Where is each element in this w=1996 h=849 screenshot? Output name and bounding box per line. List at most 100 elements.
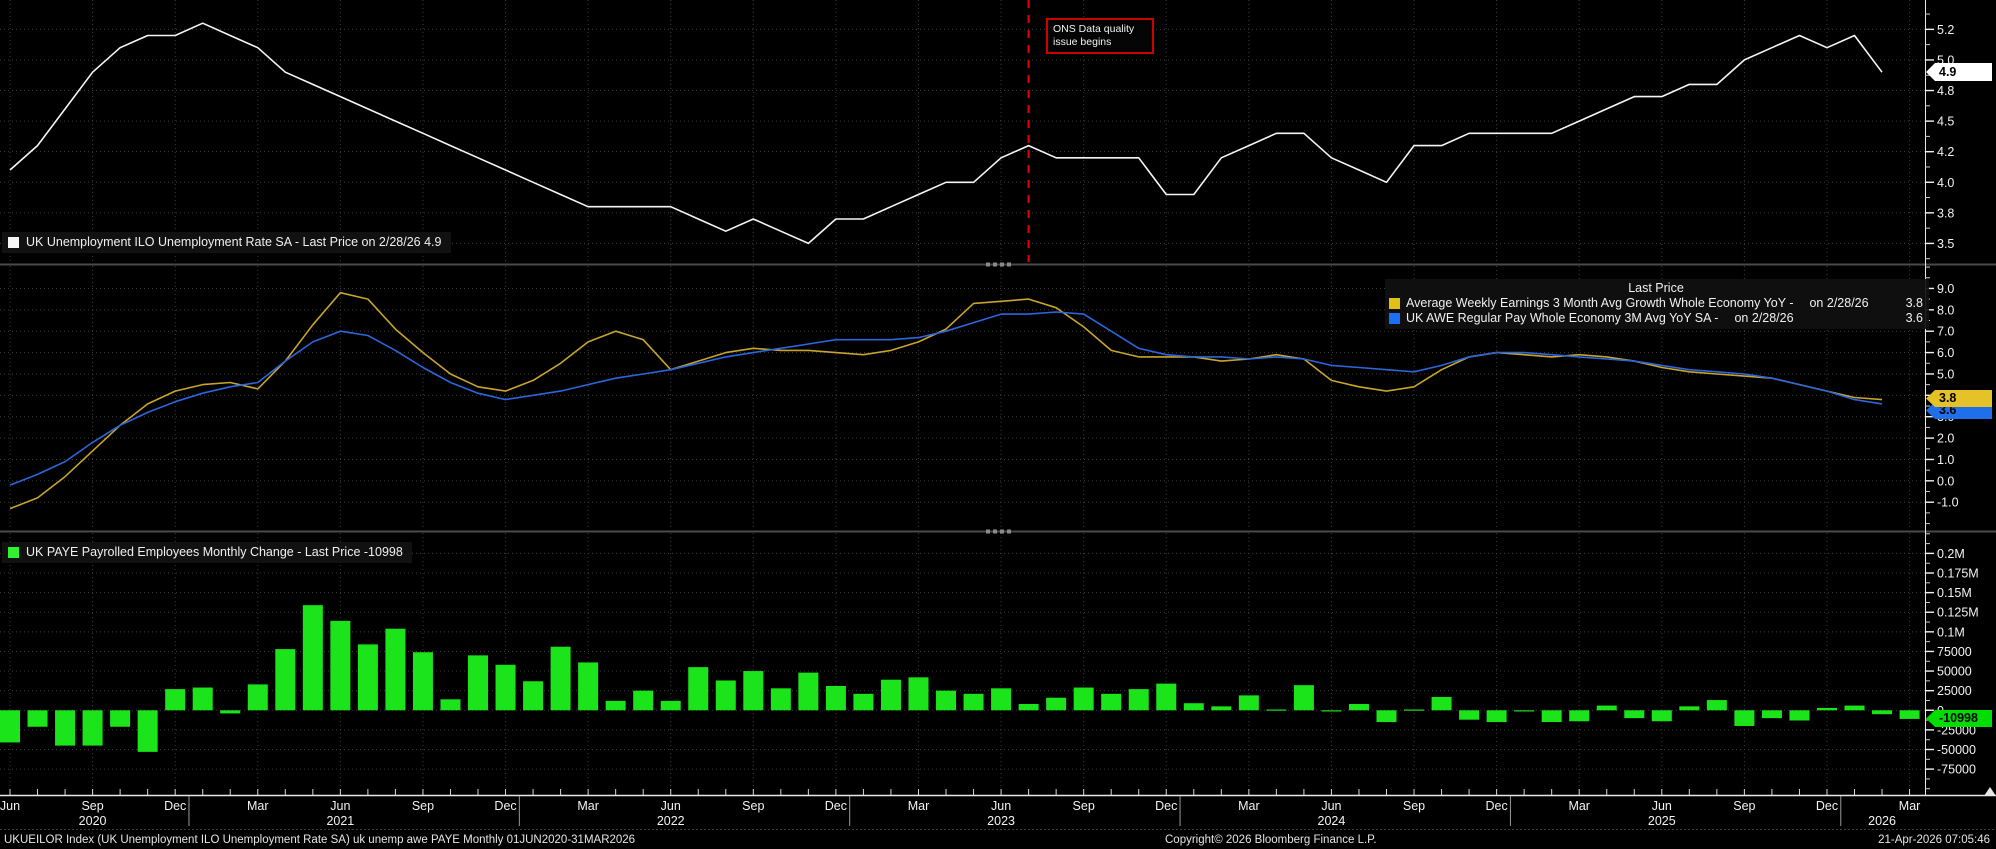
paye-bar [1211,706,1231,710]
paye-bar [0,710,20,742]
unemployment-last-price-tag: 4.9 [1926,63,1992,81]
x-month-label: Sep [742,799,764,813]
y-tick-label: 0.125M [1937,606,1979,620]
y-tick-label: 3.8 [1937,206,1954,220]
x-month-label: Mar [577,799,599,813]
y-tick-label: 6.0 [1937,346,1954,360]
paye-bar [1129,689,1149,710]
status-bar: UKUEILOR Index (UK Unemployment ILO Unem… [0,831,1996,849]
x-month-label: Sep [1403,799,1425,813]
x-month-label: Dec [825,799,847,813]
awe-regular-legend-date: on 2/28/26 [1734,311,1793,326]
paye-bar [578,662,598,710]
paye-bar [1679,706,1699,710]
y-tick-label: 0.15M [1937,586,1972,600]
awe-total-legend-marker [1389,298,1400,309]
paye-bar [1046,698,1066,711]
x-month-label: Dec [494,799,516,813]
unemployment-legend-label: UK Unemployment ILO Unemployment Rate SA… [26,235,442,249]
unemployment-line [10,23,1882,243]
x-year-label: 2026 [1868,814,1896,828]
earnings-legend-row-total[interactable]: Average Weekly Earnings 3 Month Avg Grow… [1389,296,1923,311]
paye-bar [1432,697,1452,710]
paye-bar [1321,710,1341,711]
awe-regular-legend-value: 3.6 [1906,311,1923,326]
earnings-legend[interactable]: Last Price Average Weekly Earnings 3 Mon… [1385,279,1929,329]
ons-annotation-box[interactable]: ONS Data quality issue begins [1046,18,1154,54]
x-year-label: 2021 [326,814,354,828]
paye-bar [908,677,928,710]
paye-legend[interactable]: UK PAYE Payrolled Employees Monthly Chan… [2,542,412,563]
x-year-label: 2025 [1648,814,1676,828]
paye-bar [964,694,984,710]
paye-last-price-tag: -10998 [1926,710,1992,727]
paye-bar [1101,694,1121,710]
paye-bar [1377,710,1397,722]
ons-annotation-line2: issue begins [1053,36,1147,49]
paye-bar [633,691,653,711]
y-tick-label: 4.2 [1937,145,1954,159]
y-tick-label: 5.2 [1937,23,1954,37]
paye-bar [1624,710,1644,718]
paye-bar [1184,703,1204,710]
unemployment-legend[interactable]: UK Unemployment ILO Unemployment Rate SA… [2,232,451,253]
y-tick-label: 0.0 [1937,474,1954,488]
x-month-label: Jun [0,799,20,813]
paye-bar [551,647,571,711]
paye-bar [248,684,268,710]
paye-bar [1845,706,1865,711]
paye-bar [1817,708,1837,710]
paye-bar [28,710,48,726]
ons-annotation-line1: ONS Data quality [1053,23,1147,36]
paye-bar [1487,710,1507,722]
timestamp: 21-Apr-2026 07:05:46 [1878,834,1990,846]
y-tick-label: 0.2M [1937,547,1965,561]
paye-bar [1266,709,1286,710]
paye-bar [936,691,956,711]
x-month-label: Mar [908,799,930,813]
panel-divider [0,530,1996,534]
x-year-label: 2023 [987,814,1015,828]
paye-bar [110,710,130,726]
paye-bar [716,680,736,710]
awe-total-legend-label: Average Weekly Earnings 3 Month Avg Grow… [1406,296,1793,311]
paye-bar [826,686,846,710]
x-year-label: 2024 [1318,814,1346,828]
copyright-text: Copyright© 2026 Bloomberg Finance L.P. [1165,834,1377,846]
earnings-legend-row-regular[interactable]: UK AWE Regular Pay Whole Economy 3M Avg … [1389,311,1923,326]
x-month-label: Mar [1899,799,1921,813]
y-tick-label: 4.0 [1937,176,1954,190]
paye-bar [1239,695,1259,710]
x-month-label: Mar [247,799,269,813]
plot-canvas: 5.25.04.84.54.24.03.83.59.08.07.06.05.04… [0,0,1996,849]
x-month-label: Jun [991,799,1011,813]
paye-bar [440,699,460,710]
paye-legend-marker [8,547,19,558]
y-tick-label: 50000 [1937,665,1972,679]
panel1-grid [0,0,1925,263]
awe-total-legend-value: 3.8 [1906,296,1923,311]
paye-bar [1074,688,1094,711]
x-month-label: Jun [330,799,350,813]
y-tick-label: -50000 [1937,743,1976,757]
paye-bar [303,605,323,710]
paye-bar [83,710,103,745]
x-month-label: Dec [164,799,186,813]
paye-bar [688,667,708,710]
paye-bar [468,655,488,710]
y-tick-label: 5.0 [1937,367,1954,381]
paye-bar [496,665,516,710]
x-month-label: Sep [81,799,103,813]
paye-bar [385,629,405,711]
awe-total-last-price-tag: 3.8 [1926,390,1992,407]
paye-bar [1762,710,1782,718]
paye-bar [1156,684,1176,711]
paye-bar [1569,710,1589,721]
y-tick-label: 4.5 [1937,115,1954,129]
y-tick-label: 2.0 [1937,432,1954,446]
paye-bar [1789,710,1809,720]
x-year-label: 2022 [657,814,685,828]
y-tick-label: 4.8 [1937,84,1954,98]
paye-bar [358,644,378,710]
paye-bar [55,710,75,745]
